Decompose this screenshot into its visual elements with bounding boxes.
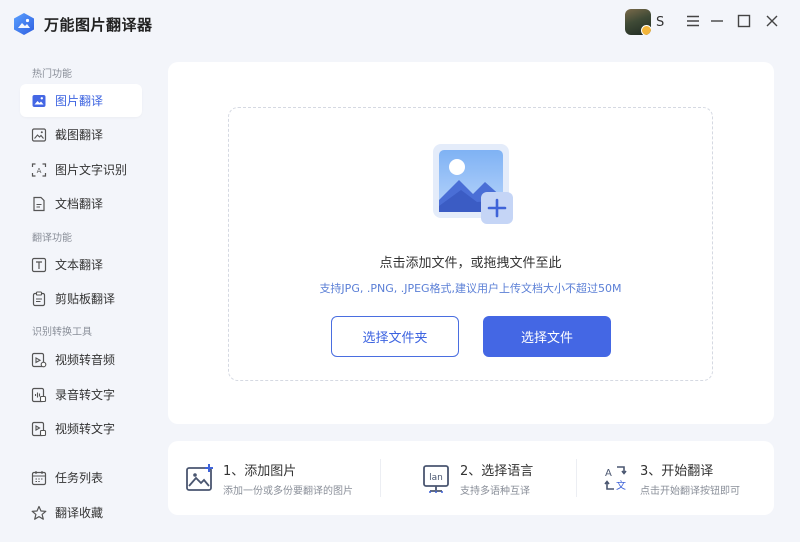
sidebar-item-recording-to-text[interactable]: 录音转文字: [20, 378, 142, 411]
app-logo-icon: [14, 13, 34, 35]
drop-zone[interactable]: 点击添加文件，或拖拽文件至此 支持JPG, .PNG, .JPEG格式,建议用户…: [228, 107, 713, 381]
divider: [380, 459, 381, 497]
drop-title: 点击添加文件，或拖拽文件至此: [379, 256, 562, 271]
sidebar: 热门功能 图片翻译 截图翻译 A 图片文字识别 文档翻译 翻译功能 文本翻译 剪…: [0, 52, 158, 542]
sidebar-item-ocr[interactable]: A 图片文字识别: [20, 153, 142, 186]
sidebar-item-task-list[interactable]: 任务列表: [20, 461, 142, 494]
sidebar-item-label: 剪贴板翻译: [55, 292, 116, 306]
close-button[interactable]: [761, 10, 783, 32]
maximize-button[interactable]: [733, 10, 755, 32]
svg-text:lan: lan: [429, 473, 443, 483]
sidebar-item-label: 图片翻译: [55, 94, 104, 108]
drop-hint: 支持JPG, .PNG, .JPEG格式,建议用户上传文档大小不超过50M: [319, 282, 622, 295]
clipboard-icon: [31, 290, 47, 307]
step-desc: 点击开始翻译按钮即可: [640, 486, 740, 497]
svg-text:A: A: [37, 167, 42, 175]
document-icon: [31, 196, 47, 212]
star-icon: [31, 505, 47, 521]
sidebar-item-label: 任务列表: [55, 471, 104, 485]
step-title: 2、选择语言: [460, 464, 534, 479]
step-start-translate: A 文 3、开始翻译 点击开始翻译按钮即可: [602, 441, 762, 515]
svg-text:文: 文: [616, 479, 626, 492]
upload-panel: 点击添加文件，或拖拽文件至此 支持JPG, .PNG, .JPEG格式,建议用户…: [168, 62, 774, 424]
calendar-icon: [31, 470, 47, 486]
sidebar-item-label: 图片文字识别: [55, 163, 128, 177]
sidebar-item-favorites[interactable]: 翻译收藏: [20, 496, 142, 529]
user-avatar[interactable]: [625, 9, 651, 35]
group-label-hot: 热门功能: [32, 69, 72, 80]
menu-button[interactable]: [682, 10, 704, 32]
step-add-image: 1、添加图片 添加一份或多份要翻译的图片: [185, 441, 375, 515]
sidebar-item-video-to-audio[interactable]: 视频转音频: [20, 343, 142, 376]
steps-panel: 1、添加图片 添加一份或多份要翻译的图片 lan 2、选择语言 支持多语种互译 …: [168, 441, 774, 515]
sidebar-item-label: 翻译收藏: [55, 506, 104, 520]
translate-icon: A 文: [604, 466, 627, 492]
screenshot-icon: [31, 127, 47, 143]
sidebar-item-screenshot-translate[interactable]: 截图翻译: [20, 118, 142, 151]
close-icon: [766, 15, 778, 27]
svg-text:A: A: [605, 468, 612, 479]
step-desc: 添加一份或多份要翻译的图片: [223, 486, 353, 497]
title-bar: 万能图片翻译器 S: [0, 0, 800, 52]
sidebar-item-text-translate[interactable]: 文本翻译: [20, 248, 142, 281]
select-folder-button[interactable]: 选择文件夹: [331, 316, 459, 357]
image-icon: [31, 93, 47, 109]
sidebar-item-label: 录音转文字: [55, 388, 116, 402]
menu-icon: [687, 15, 699, 27]
maximize-icon: [737, 14, 751, 28]
add-image-illustration-icon: [433, 144, 513, 224]
step-desc: 支持多语种互译: [460, 486, 530, 497]
sidebar-item-label: 文档翻译: [55, 197, 104, 211]
sidebar-item-video-to-text[interactable]: 视频转文字: [20, 412, 142, 445]
vip-badge-icon: [641, 25, 651, 35]
step-select-language: lan 2、选择语言 支持多语种互译: [422, 441, 572, 515]
step-title: 1、添加图片: [223, 464, 297, 479]
divider: [576, 459, 577, 497]
user-name[interactable]: S: [656, 15, 664, 30]
app-title: 万能图片翻译器: [44, 16, 153, 34]
select-file-button[interactable]: 选择文件: [483, 316, 611, 357]
add-image-icon: [186, 464, 213, 491]
video-audio-icon: [31, 352, 47, 368]
group-label-tools: 识别转换工具: [32, 327, 92, 338]
sidebar-item-label: 视频转文字: [55, 422, 116, 436]
video-text-icon: [31, 421, 47, 437]
sidebar-item-document-translate[interactable]: 文档翻译: [20, 187, 142, 220]
ocr-icon: A: [31, 162, 47, 178]
step-title: 3、开始翻译: [640, 464, 714, 479]
recording-text-icon: [31, 387, 47, 403]
sidebar-item-label: 截图翻译: [55, 128, 104, 142]
sidebar-item-clipboard-translate[interactable]: 剪贴板翻译: [20, 282, 142, 315]
sidebar-item-image-translate[interactable]: 图片翻译: [20, 84, 142, 117]
sidebar-item-label: 视频转音频: [55, 353, 116, 367]
minimize-button[interactable]: [706, 10, 728, 32]
text-icon: [31, 257, 47, 273]
language-icon: lan: [423, 465, 449, 493]
group-label-translate: 翻译功能: [32, 233, 72, 244]
sidebar-item-label: 文本翻译: [55, 258, 104, 272]
minimize-icon: [711, 20, 723, 22]
